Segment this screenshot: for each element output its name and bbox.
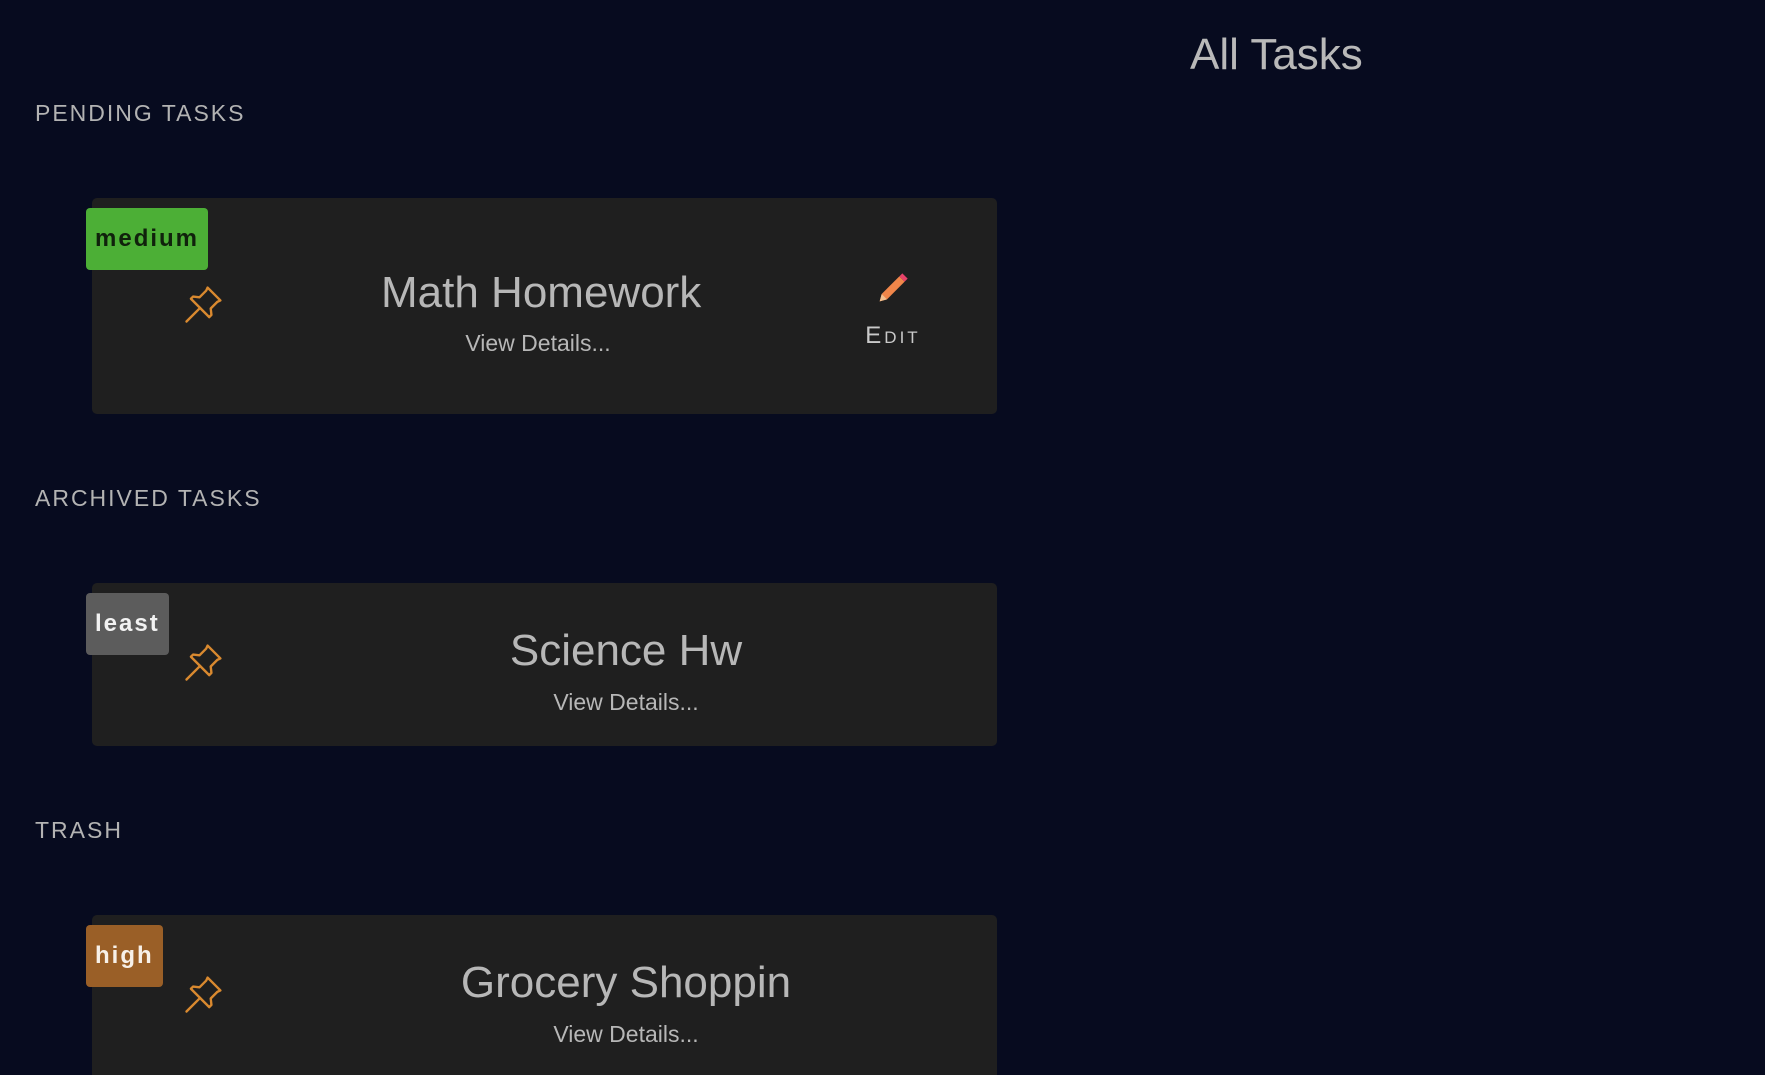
edit-button[interactable]: Edit <box>845 268 941 350</box>
priority-badge: medium <box>86 208 209 270</box>
section-heading-pending: PENDING TASKS <box>35 100 246 126</box>
priority-badge: least <box>86 593 169 655</box>
pushpin-icon[interactable] <box>181 641 225 685</box>
page-title: All Tasks <box>1190 30 1363 79</box>
tasks-page: All Tasks PENDING TASKS medium Math Home… <box>0 0 1765 1075</box>
pushpin-icon[interactable] <box>181 283 225 327</box>
priority-badge: high <box>86 925 163 987</box>
task-title: Math Homework <box>381 268 702 317</box>
edit-label: Edit <box>865 322 921 349</box>
pushpin-icon[interactable] <box>181 973 225 1017</box>
task-title: Grocery Shoppin <box>460 958 792 1007</box>
section-heading-trash: TRASH <box>35 817 123 843</box>
view-details-link[interactable]: View Details... <box>526 689 726 716</box>
view-details-link[interactable]: View Details... <box>526 1021 726 1048</box>
pencil-icon <box>879 273 908 302</box>
task-title: Science Hw <box>509 626 743 675</box>
section-heading-archived: ARCHIVED TASKS <box>35 485 262 511</box>
view-details-link[interactable]: View Details... <box>438 330 638 357</box>
